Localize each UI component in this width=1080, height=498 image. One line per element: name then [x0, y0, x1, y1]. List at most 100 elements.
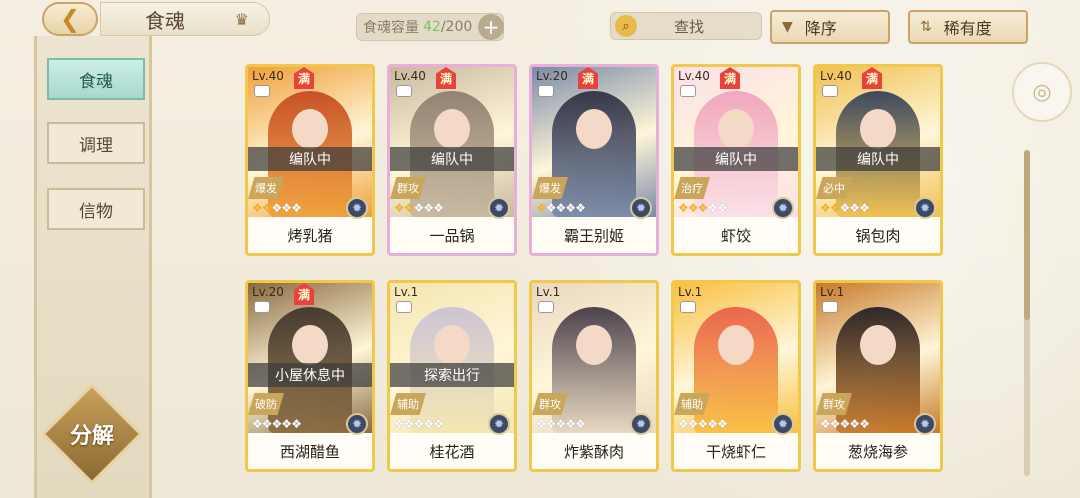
star-filled-icon: ❖ — [820, 201, 831, 215]
star-empty-icon: ❖ — [717, 417, 728, 431]
star-empty-icon: ❖ — [423, 417, 434, 431]
food-soul-card[interactable]: Lv.40 满编队中 爆发 ❖❖❖❖❖ ✹ 烤乳猪 — [245, 64, 375, 256]
character-face — [576, 325, 612, 365]
star-empty-icon: ❖ — [291, 417, 302, 431]
character-face — [292, 325, 328, 365]
chat-bubble-icon — [254, 301, 270, 313]
star-filled-icon: ❖ — [687, 201, 699, 215]
star-empty-icon: ❖ — [565, 201, 576, 215]
chat-bubble-icon — [396, 301, 412, 313]
element-icon: ✹ — [772, 197, 794, 219]
star-rating: ❖❖❖❖❖ — [536, 201, 586, 215]
character-face — [718, 109, 754, 149]
search-button[interactable]: ⌕ 查找 — [610, 12, 762, 40]
star-empty-icon: ❖ — [413, 201, 425, 215]
star-empty-icon: ❖ — [536, 417, 547, 431]
sidebar-item-tiaoli[interactable]: 调理 — [47, 122, 145, 164]
page-title: 食魂 — [145, 8, 185, 33]
star-empty-icon: ❖ — [717, 201, 728, 215]
page-title-tab: 食魂 ♛ — [100, 2, 270, 36]
element-icon: ✹ — [914, 413, 936, 435]
star-empty-icon: ❖ — [707, 201, 718, 215]
element-icon: ✹ — [772, 413, 794, 435]
character-face — [718, 325, 754, 365]
back-arrow-icon: ❮ — [59, 5, 81, 33]
level-label: Lv.1 — [536, 285, 561, 299]
star-empty-icon: ❖ — [687, 417, 699, 431]
sort-order-button[interactable]: ▼ 降序 — [770, 10, 890, 44]
character-name: 霸王别姬 — [532, 217, 656, 253]
character-face — [292, 109, 328, 149]
character-face — [434, 109, 470, 149]
back-button[interactable]: ❮ — [42, 2, 98, 36]
star-rating: ❖❖❖❖❖ — [252, 417, 302, 431]
sort-label: 降序 — [804, 19, 837, 38]
chat-bubble-icon — [680, 85, 696, 97]
food-soul-card[interactable]: Lv.40 满编队中 治疗 ❖❖❖❖❖ ✹ 虾饺 — [671, 64, 801, 256]
element-icon: ✹ — [488, 413, 510, 435]
food-soul-card[interactable]: Lv.1 群攻 ❖❖❖❖❖ ✹ 炸紫酥肉 — [529, 280, 659, 472]
element-icon: ✹ — [346, 197, 368, 219]
star-empty-icon: ❖ — [433, 201, 444, 215]
star-empty-icon: ❖ — [394, 417, 405, 431]
crown-icon: ♛ — [234, 10, 249, 29]
top-bar: ❮ 食魂 ♛ 食魂容量 42 /200 + ⌕ 查找 ▼ 降序 ⇅ 稀有度 — [0, 0, 1080, 44]
sidebar-item-shihun[interactable]: 食魂 — [47, 58, 145, 100]
food-soul-card[interactable]: Lv.40 满编队中 群攻 ❖❖❖❖❖ ✹ 一品锅 — [387, 64, 517, 256]
star-rating: ❖❖❖❖❖ — [678, 417, 728, 431]
level-label: Lv.1 — [678, 285, 703, 299]
element-icon: ✹ — [346, 413, 368, 435]
capacity-max: /200 — [440, 19, 473, 35]
character-face — [860, 109, 896, 149]
food-soul-card[interactable]: Lv.1 辅助 ❖❖❖❖❖ ✹ 干烧虾仁 — [671, 280, 801, 472]
star-empty-icon: ❖ — [252, 417, 263, 431]
level-label: Lv.40 — [252, 69, 284, 83]
star-empty-icon: ❖ — [545, 417, 557, 431]
chat-bubble-icon — [538, 85, 554, 97]
food-soul-card[interactable]: Lv.1 探索出行 辅助 ❖❖❖❖❖ ✹ 桂花酒 — [387, 280, 517, 472]
star-empty-icon: ❖ — [839, 201, 851, 215]
character-name: 葱烧海参 — [816, 433, 940, 469]
character-name: 虾饺 — [674, 217, 798, 253]
rarity-filter-button[interactable]: ⇅ 稀有度 — [908, 10, 1028, 44]
sidebar-item-label: 信物 — [79, 201, 113, 222]
star-empty-icon: ❖ — [575, 417, 586, 431]
sidebar-item-xinwu[interactable]: 信物 — [47, 188, 145, 230]
food-soul-card[interactable]: Lv.40 满编队中 必中 ❖❖❖❖❖ ✹ 锅包肉 — [813, 64, 943, 256]
star-rating: ❖❖❖❖❖ — [394, 201, 444, 215]
add-capacity-button[interactable]: + — [478, 14, 504, 40]
decompose-label: 分解 — [69, 423, 114, 449]
chat-bubble-icon — [538, 301, 554, 313]
star-empty-icon: ❖ — [839, 417, 851, 431]
star-empty-icon: ❖ — [575, 201, 586, 215]
star-filled-icon: ❖ — [252, 201, 263, 215]
scrollbar-thumb[interactable] — [1024, 150, 1030, 320]
food-soul-card[interactable]: Lv.20 满爆发 ❖❖❖❖❖ ✹ 霸王别姬 — [529, 64, 659, 256]
star-empty-icon: ❖ — [281, 417, 292, 431]
level-label: Lv.20 — [252, 285, 284, 299]
swap-icon: ⇅ — [920, 19, 932, 35]
chat-bubble-icon — [822, 301, 838, 313]
star-empty-icon: ❖ — [859, 201, 870, 215]
search-label: 查找 — [673, 17, 704, 36]
food-soul-card[interactable]: Lv.1 群攻 ❖❖❖❖❖ ✹ 葱烧海参 — [813, 280, 943, 472]
chat-bubble-icon — [680, 301, 696, 313]
level-label: Lv.40 — [678, 69, 710, 83]
character-name: 锅包肉 — [816, 217, 940, 253]
plus-icon: + — [482, 15, 500, 39]
star-empty-icon: ❖ — [820, 417, 831, 431]
food-soul-card[interactable]: Lv.20 满小屋休息中 破防 ❖❖❖❖❖ ✹ 西湖醋鱼 — [245, 280, 375, 472]
star-rating: ❖❖❖❖❖ — [536, 417, 586, 431]
star-rating: ❖❖❖❖❖ — [678, 201, 728, 215]
swirl-icon[interactable]: ◎ — [1012, 62, 1072, 122]
element-icon: ✹ — [914, 197, 936, 219]
status-badge: 编队中 — [248, 147, 372, 171]
star-empty-icon: ❖ — [413, 417, 425, 431]
sidebar-item-label: 食魂 — [79, 71, 113, 92]
status-badge: 编队中 — [390, 147, 514, 171]
star-empty-icon: ❖ — [423, 201, 434, 215]
star-rating: ❖❖❖❖❖ — [394, 417, 444, 431]
star-empty-icon: ❖ — [697, 417, 709, 431]
sidebar-item-label: 调理 — [79, 135, 113, 156]
star-filled-icon: ❖ — [394, 201, 405, 215]
